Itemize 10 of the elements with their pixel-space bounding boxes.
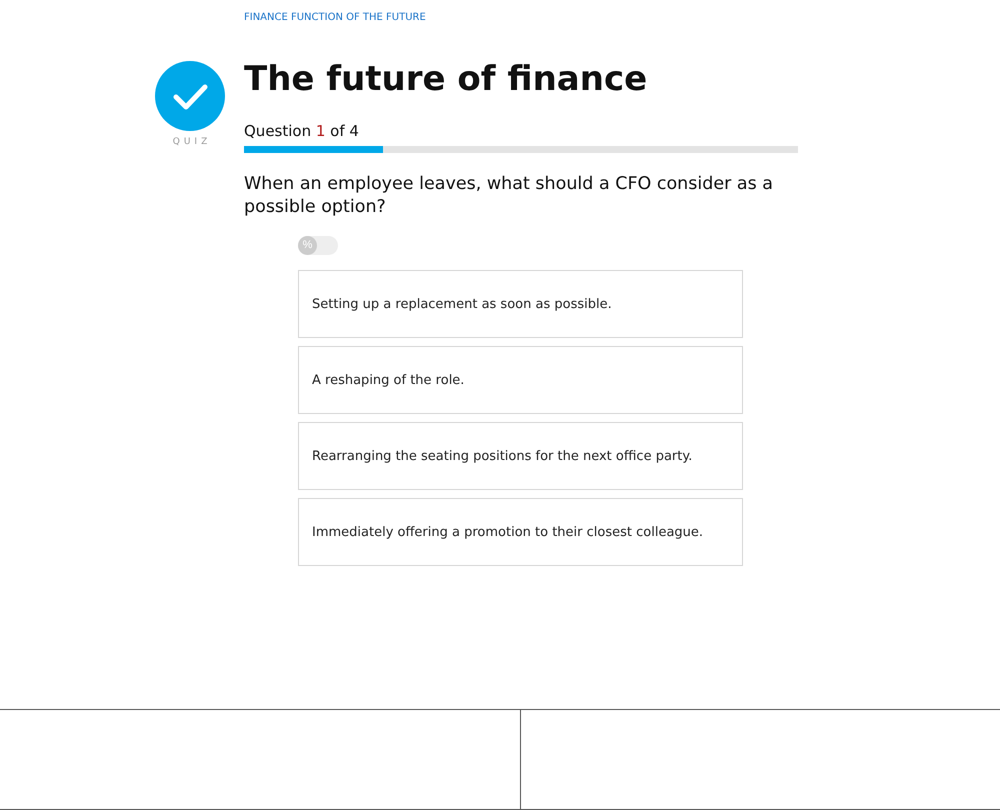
category-link[interactable]: FINANCE FUNCTION OF THE FUTURE <box>244 12 798 23</box>
quiz-title: The future of finance <box>244 59 648 99</box>
checkmark-badge-icon <box>155 61 225 131</box>
answer-option[interactable]: A reshaping of the role. <box>298 346 743 414</box>
question-counter: Question 1 of 4 <box>244 122 360 140</box>
answer-option[interactable]: Rearranging the seating positions for the next office party. <box>298 422 743 490</box>
question-text: When an employee leaves, what should a CFO consider as a possible option? <box>244 173 774 219</box>
answer-option[interactable]: Immediately offering a promotion to their closest colleague. <box>298 498 743 566</box>
quiz-label: QUIZ <box>172 137 212 147</box>
answer-option[interactable]: Setting up a replacement as soon as possible. <box>298 270 743 338</box>
